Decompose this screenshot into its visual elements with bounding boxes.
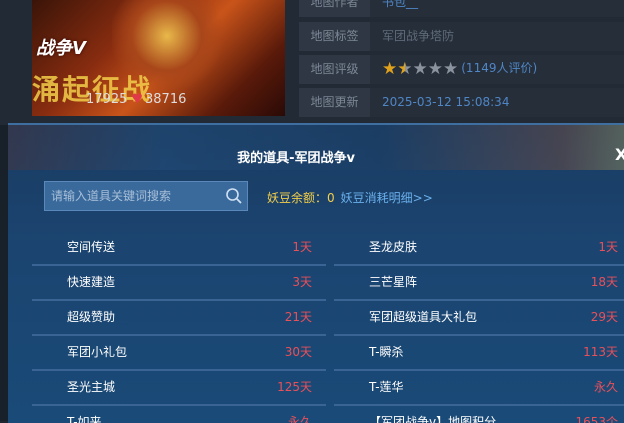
modal-title: 我的道具-军团战争v (237, 151, 355, 166)
rating-count: (1149人评价) (461, 61, 538, 75)
item-duration: 18天 (590, 275, 618, 289)
item-duration: 1天 (292, 240, 312, 254)
item-name: 圣龙皮肤 (369, 240, 418, 254)
item-name: T-莲华 (369, 380, 404, 394)
list-item[interactable]: 军团超级道具大礼包 29天 (334, 301, 624, 336)
star-half-icon: ★ (397, 59, 413, 79)
star-icon: ★ (412, 59, 428, 79)
close-button[interactable]: X (615, 145, 624, 164)
cover-stat-a: 17925 (86, 92, 128, 107)
list-item[interactable]: T-如来 永久 (32, 406, 326, 423)
list-item[interactable]: T-瞬杀 113天 (334, 336, 624, 371)
updated-label: 地图更新 (299, 88, 370, 117)
author-label: 地图作者 (299, 0, 370, 17)
item-duration: 21天 (284, 310, 312, 324)
cover-logo-text: 战争V (36, 38, 86, 59)
item-duration: 29天 (590, 310, 618, 324)
item-name: 军团超级道具大礼包 (369, 310, 478, 324)
balance-detail-link[interactable]: 妖豆消耗明细>> (341, 191, 433, 205)
item-name: T-瞬杀 (369, 345, 404, 359)
cover-stats: 17925 ♥ 38716 (86, 92, 186, 107)
cover-stat-b: 38716 (145, 92, 187, 107)
list-item[interactable]: 三芒星阵 18天 (334, 266, 624, 301)
item-name: 圣光主城 (67, 380, 116, 394)
item-name: 超级赞助 (67, 310, 116, 324)
item-name: 【军团战争v】地图积分 (369, 415, 497, 423)
item-duration: 30天 (284, 345, 312, 359)
star-icon: ★ (443, 59, 459, 79)
item-list-left: 空间传送 1天 快速建造 3天 超级赞助 21天 军团小礼包 30天 圣光主城 125天 … (32, 231, 326, 423)
list-item[interactable]: 圣龙皮肤 1天 (334, 231, 624, 266)
item-list-right: 圣龙皮肤 1天 三芒星阵 18天 军团超级道具大礼包 29天 T-瞬杀 113天 T-莲… (334, 231, 624, 423)
list-item[interactable]: 空间传送 1天 (32, 231, 326, 266)
item-duration: 1天 (598, 240, 618, 254)
author-link[interactable]: 书包__ (382, 0, 418, 17)
bean-balance: 妖豆余额：0 妖豆消耗明细>> (267, 189, 433, 206)
item-name: 快速建造 (67, 275, 116, 289)
item-search-input[interactable] (45, 182, 227, 210)
list-item[interactable]: 军团小礼包 30天 (32, 336, 326, 371)
item-name: 军团小礼包 (67, 345, 128, 359)
item-duration: 1653个 (575, 415, 618, 423)
item-name: 空间传送 (67, 240, 116, 254)
item-duration: 113天 (583, 345, 618, 359)
tags-label: 地图标签 (299, 22, 370, 51)
list-item[interactable]: 超级赞助 21天 (32, 301, 326, 336)
item-duration: 125天 (277, 380, 312, 394)
item-search-box (44, 181, 248, 211)
item-duration: 永久 (593, 380, 618, 394)
updated-value: 2025-03-12 15:08:34 (382, 95, 510, 109)
map-cover-image: 战争V 涌起征战 17925 ♥ 38716 (32, 0, 285, 116)
item-duration: 永久 (287, 415, 312, 423)
star-icon: ★ (427, 59, 443, 79)
info-row-rating: 地图评级 ★★★★★ (1149人评价) (299, 55, 624, 84)
balance-label: 妖豆余额： (267, 191, 328, 205)
star-icon: ★ (382, 59, 398, 79)
heart-icon: ♥ (131, 92, 144, 107)
my-items-modal: 我的道具-军团战争v X 妖豆余额：0 妖豆消耗明细>> 空间传送 1天 快速建造 3… (8, 123, 624, 423)
tags-value: 军团战争塔防 (382, 29, 455, 43)
balance-value: 0 (327, 191, 335, 205)
info-row-updated: 地图更新 2025-03-12 15:08:34 (299, 88, 624, 117)
list-item[interactable]: 快速建造 3天 (32, 266, 326, 301)
rating-label: 地图评级 (299, 55, 370, 84)
rating-stars: ★★★★★ (1149人评价) (382, 55, 537, 84)
list-item[interactable]: 【军团战争v】地图积分 1653个 (334, 406, 624, 423)
info-row-tags: 地图标签 军团战争塔防 (299, 22, 624, 51)
item-name: T-如来 (67, 415, 102, 423)
search-icon[interactable] (225, 187, 243, 205)
list-item[interactable]: 圣光主城 125天 (32, 371, 326, 406)
item-name: 三芒星阵 (369, 275, 418, 289)
info-row-author: 地图作者 书包__ (299, 0, 624, 17)
item-duration: 3天 (292, 275, 312, 289)
list-item[interactable]: T-莲华 永久 (334, 371, 624, 406)
